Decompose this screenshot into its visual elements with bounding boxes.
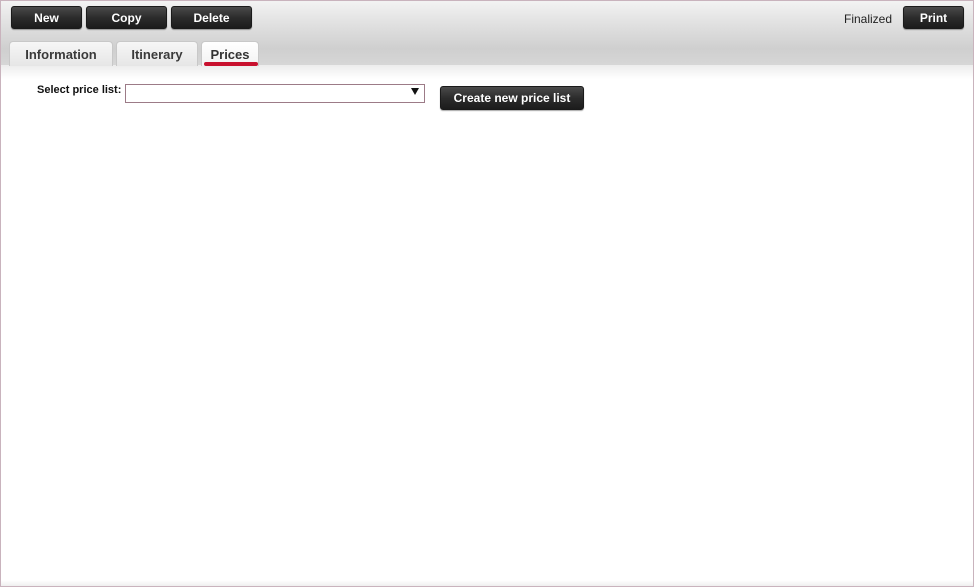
create-new-price-list-button[interactable]: Create new price list — [440, 86, 584, 110]
bottom-edge — [1, 580, 973, 586]
price-list-select[interactable] — [125, 84, 425, 103]
window-frame: New Copy Delete Finalized Print Informat… — [0, 0, 974, 587]
dropdown-arrow-icon — [411, 88, 419, 95]
active-tab-indicator — [204, 62, 258, 66]
tab-itinerary[interactable]: Itinerary — [116, 41, 198, 66]
delete-button[interactable]: Delete — [171, 6, 252, 29]
copy-button[interactable]: Copy — [86, 6, 167, 29]
new-button[interactable]: New — [11, 6, 82, 29]
tab-information[interactable]: Information — [9, 41, 113, 66]
status-label: Finalized — [844, 12, 893, 26]
header-shadow — [1, 65, 973, 79]
select-price-list-label: Select price list: — [37, 84, 122, 96]
print-button[interactable]: Print — [903, 6, 964, 29]
